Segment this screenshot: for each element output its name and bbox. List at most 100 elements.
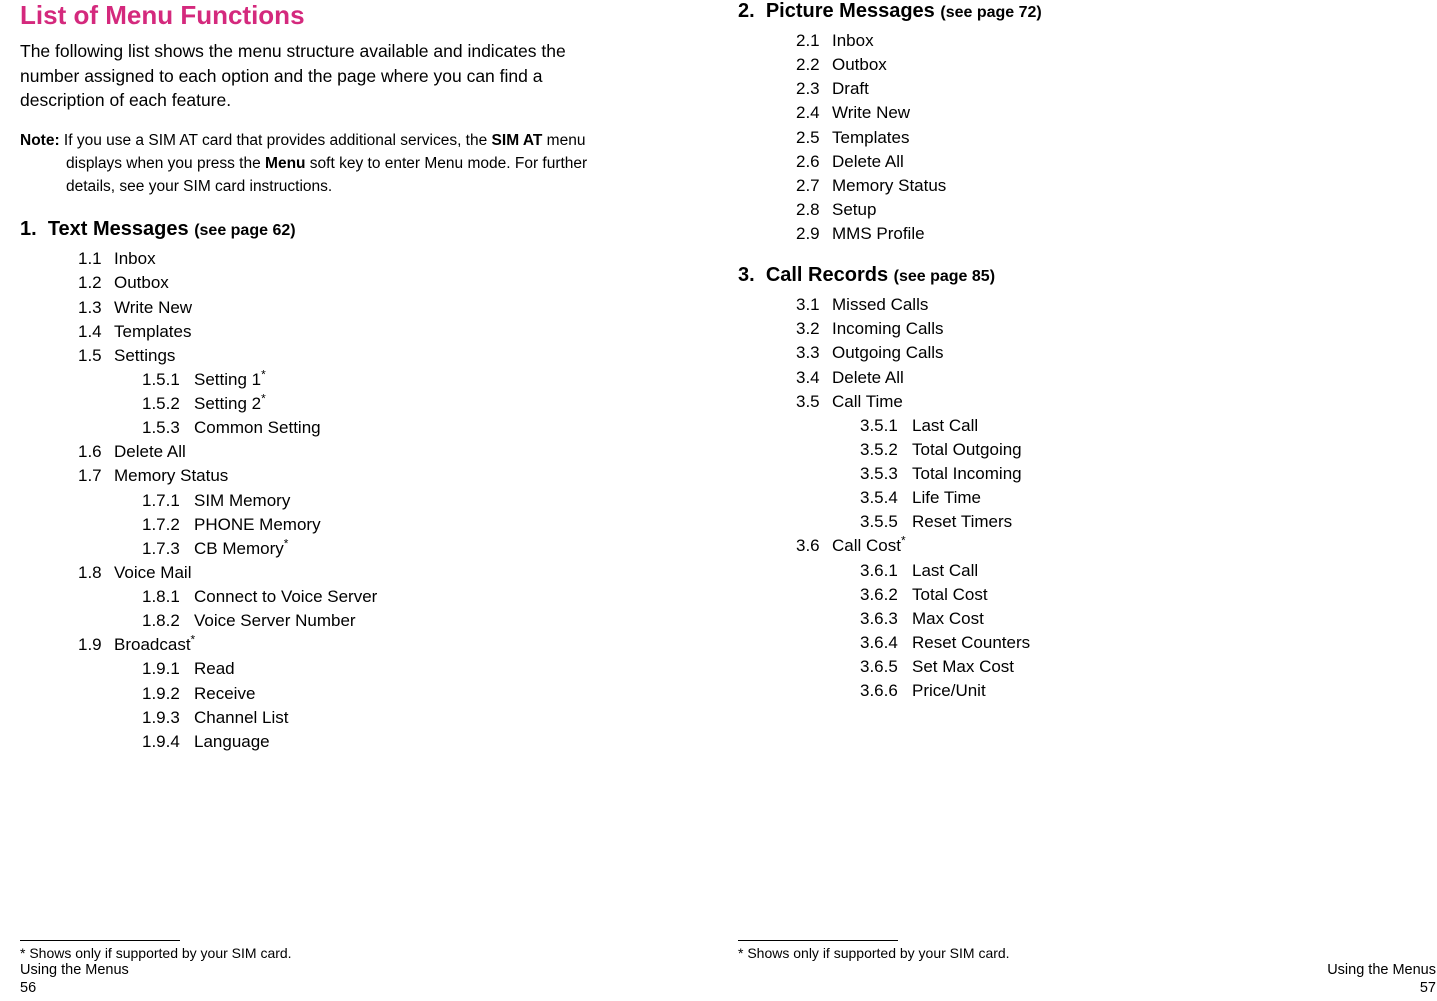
footer-title: Using the Menus [1327,961,1436,979]
footnote-text: * Shows only if supported by your SIM ca… [738,945,1010,961]
footnote-marker: * [901,534,906,548]
item-num: 1.4 [78,320,114,344]
list-subitem: 1.9.4Language [78,730,698,754]
list-item: 3.3Outgoing Calls [796,341,1416,365]
item-num: 3.2 [796,317,832,341]
item-num: 1.9.3 [142,706,194,730]
list-subitem: 1.5.1Setting 1* [78,368,698,392]
item-num: 2.1 [796,29,832,53]
note-text: If you use a SIM AT card that provides a… [60,132,492,149]
item-label: Delete All [832,152,904,171]
item-label: Last Call [912,416,978,435]
note-label: Note: [20,132,60,149]
list-subitem: 1.7.3CB Memory* [78,537,698,561]
item-num: 2.7 [796,174,832,198]
item-num: 2.2 [796,53,832,77]
list-subitem: 1.8.2Voice Server Number [78,609,698,633]
section-title: List of Menu Functions [20,0,698,31]
item-label: Call Time [832,392,903,411]
list-subitem: 3.6.6Price/Unit [796,679,1416,703]
list-item: 2.5Templates [796,126,1416,150]
list-item: 2.9MMS Profile [796,222,1416,246]
footnote-text: * Shows only if supported by your SIM ca… [20,945,292,961]
item-num: 1.7.3 [142,537,194,561]
section-number: 1. [20,218,37,240]
footer-page-number: 56 [20,979,129,997]
item-label: Inbox [114,249,156,268]
list-item: 3.4Delete All [796,366,1416,390]
intro-paragraph: The following list shows the menu struct… [20,39,580,113]
list-item: 3.5Call Time [796,390,1416,414]
item-label: Memory Status [832,176,946,195]
item-label: Voice Server Number [194,611,356,630]
item-label: Settings [114,346,175,365]
item-label: Connect to Voice Server [194,587,377,606]
item-label: Outgoing Calls [832,343,944,362]
item-num: 2.9 [796,222,832,246]
item-num: 3.6 [796,534,832,558]
item-label: Inbox [832,31,874,50]
item-num: 1.5.1 [142,368,194,392]
item-label: Broadcast [114,635,191,654]
item-num: 2.3 [796,77,832,101]
item-num: 1.9.4 [142,730,194,754]
item-label: Reset Counters [912,633,1030,652]
section-page-ref: (see page 85) [894,268,995,285]
item-label: Life Time [912,488,981,507]
item-label: Templates [832,128,909,147]
menu-2-list: 2.1Inbox 2.2Outbox 2.3Draft 2.4Write New… [738,29,1416,246]
section-2-head: 2. Picture Messages (see page 72) [738,0,1416,23]
list-item: 2.6Delete All [796,150,1416,174]
item-num: 1.5 [78,344,114,368]
item-num: 2.5 [796,126,832,150]
footnote-rule [20,940,180,941]
item-num: 1.3 [78,296,114,320]
item-num: 3.6.5 [860,655,912,679]
item-num: 3.6.3 [860,607,912,631]
list-subitem: 3.5.3Total Incoming [796,462,1416,486]
item-label: Max Cost [912,609,984,628]
item-label: Incoming Calls [832,319,944,338]
item-num: 1.9 [78,633,114,657]
list-item: 1.2Outbox [78,271,698,295]
item-num: 1.6 [78,440,114,464]
item-label: Memory Status [114,466,228,485]
list-subitem: 3.5.5Reset Timers [796,510,1416,534]
page-footer: Using the Menus 56 [20,961,129,997]
note-block: Note: If you use a SIM AT card that prov… [20,129,630,199]
item-num: 1.7.2 [142,513,194,537]
footer-title: Using the Menus [20,961,129,979]
section-number: 3. [738,264,755,286]
list-item: 1.9Broadcast* [78,633,698,657]
page-57: 2. Picture Messages (see page 72) 2.1Inb… [718,0,1436,1001]
section-title: Call Records [766,264,888,286]
item-label: Read [194,659,235,678]
item-label: Delete All [832,368,904,387]
item-num: 1.9.1 [142,657,194,681]
item-label: Channel List [194,708,289,727]
item-num: 1.8 [78,561,114,585]
list-item: 2.7Memory Status [796,174,1416,198]
item-label: Total Outgoing [912,440,1022,459]
list-item: 2.4Write New [796,101,1416,125]
page-56: List of Menu Functions The following lis… [0,0,718,1001]
section-1-head: 1. Text Messages (see page 62) [20,218,698,241]
note-bold-menu: Menu [265,155,305,172]
item-label: Setup [832,200,876,219]
list-subitem: 1.9.1Read [78,657,698,681]
item-num: 3.6.4 [860,631,912,655]
item-label: Setting 2 [194,394,261,413]
list-subitem: 3.6.4Reset Counters [796,631,1416,655]
item-num: 3.1 [796,293,832,317]
item-label: SIM Memory [194,491,290,510]
list-subitem: 1.9.3Channel List [78,706,698,730]
item-label: CB Memory [194,539,284,558]
item-num: 2.6 [796,150,832,174]
item-num: 1.5.2 [142,392,194,416]
footnote-marker: * [284,536,289,550]
list-item: 1.3Write New [78,296,698,320]
list-item: 3.2Incoming Calls [796,317,1416,341]
item-label: Call Cost [832,536,901,555]
section-number: 2. [738,0,755,22]
footer-page-number: 57 [1327,979,1436,997]
